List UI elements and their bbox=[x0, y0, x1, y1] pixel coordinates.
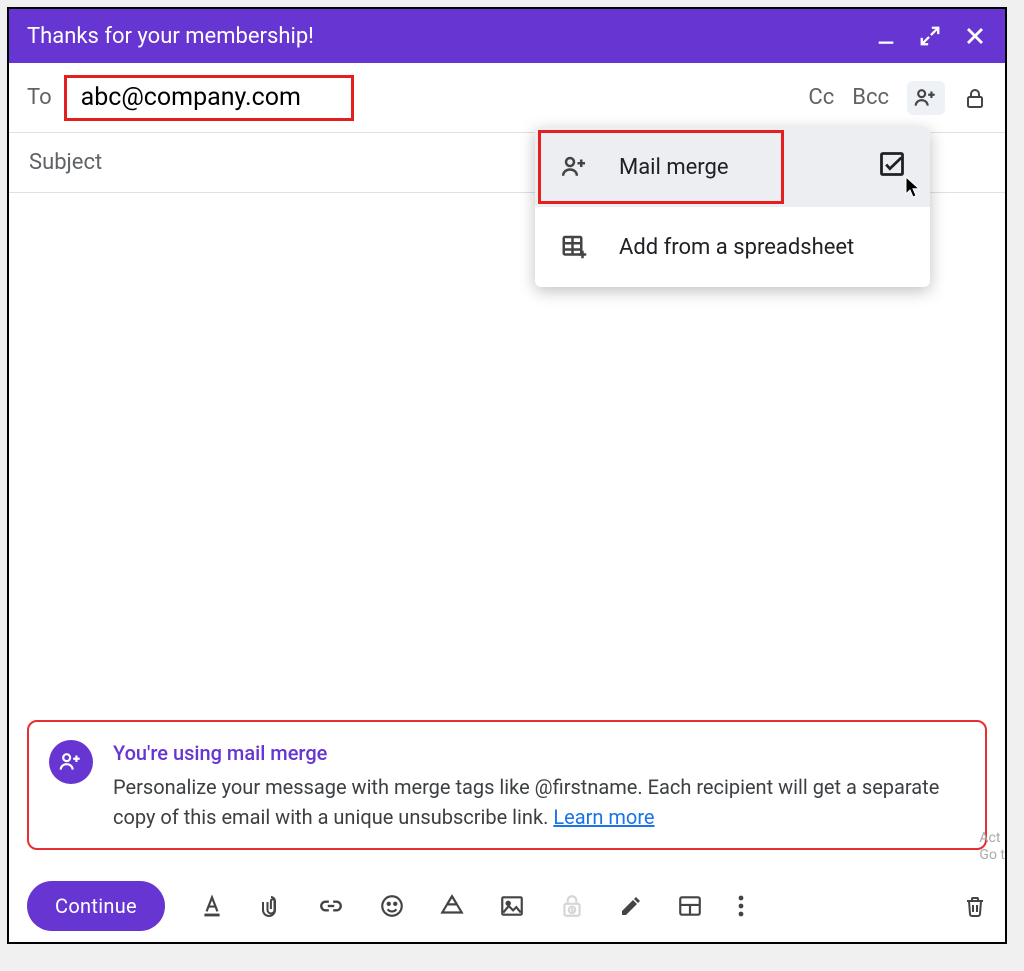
learn-more-link[interactable]: Learn more bbox=[553, 805, 654, 829]
recipient-options: Cc Bcc bbox=[808, 81, 987, 115]
window-title: Thanks for your membership! bbox=[27, 24, 875, 49]
mail-merge-dropdown: Mail merge Add from a spreadsheet bbox=[535, 127, 930, 287]
insert-link-icon[interactable] bbox=[317, 893, 345, 919]
banner-title: You're using mail merge bbox=[113, 738, 965, 768]
cursor-icon bbox=[904, 175, 924, 205]
drive-icon[interactable] bbox=[439, 893, 465, 919]
person-add-icon bbox=[559, 152, 591, 182]
more-options-icon[interactable] bbox=[737, 893, 745, 919]
confidential-timer-icon[interactable] bbox=[559, 893, 585, 919]
bcc-button[interactable]: Bcc bbox=[852, 85, 889, 110]
dropdown-item-add-spreadsheet[interactable]: Add from a spreadsheet bbox=[535, 207, 930, 287]
to-label: To bbox=[27, 85, 52, 110]
confidential-mode-icon[interactable] bbox=[963, 86, 987, 110]
attach-file-icon[interactable] bbox=[259, 893, 283, 919]
signature-icon[interactable] bbox=[619, 893, 643, 919]
dropdown-item-label: Add from a spreadsheet bbox=[619, 235, 854, 260]
insert-image-icon[interactable] bbox=[499, 893, 525, 919]
mail-merge-toggle-button[interactable] bbox=[907, 81, 945, 115]
mail-merge-info-banner: You're using mail merge Personalize your… bbox=[27, 720, 987, 850]
to-row: To Cc Bcc bbox=[9, 63, 1005, 133]
title-bar: Thanks for your membership! bbox=[9, 9, 1005, 63]
banner-body-text: Personalize your message with merge tags… bbox=[113, 775, 939, 829]
text-format-icon[interactable] bbox=[199, 893, 225, 919]
close-icon[interactable] bbox=[963, 24, 987, 48]
dropdown-item-mail-merge[interactable]: Mail merge bbox=[535, 127, 930, 207]
mail-merge-banner-icon bbox=[49, 740, 93, 784]
layout-icon[interactable] bbox=[677, 893, 703, 919]
continue-button[interactable]: Continue bbox=[27, 881, 165, 931]
emoji-icon[interactable] bbox=[379, 893, 405, 919]
minimize-icon[interactable] bbox=[875, 25, 897, 47]
dropdown-item-label: Mail merge bbox=[619, 155, 729, 180]
spreadsheet-add-icon bbox=[559, 232, 591, 262]
compose-toolbar: Continue bbox=[9, 870, 1005, 942]
checkbox-checked-icon bbox=[878, 150, 906, 184]
to-input[interactable] bbox=[79, 82, 339, 113]
cc-button[interactable]: Cc bbox=[808, 85, 834, 110]
window-controls bbox=[875, 24, 987, 48]
discard-draft-icon[interactable] bbox=[963, 893, 987, 919]
expand-icon[interactable] bbox=[919, 25, 941, 47]
to-input-highlight bbox=[64, 75, 354, 121]
banner-body: Personalize your message with merge tags… bbox=[113, 772, 965, 832]
banner-text: You're using mail merge Personalize your… bbox=[113, 738, 965, 832]
